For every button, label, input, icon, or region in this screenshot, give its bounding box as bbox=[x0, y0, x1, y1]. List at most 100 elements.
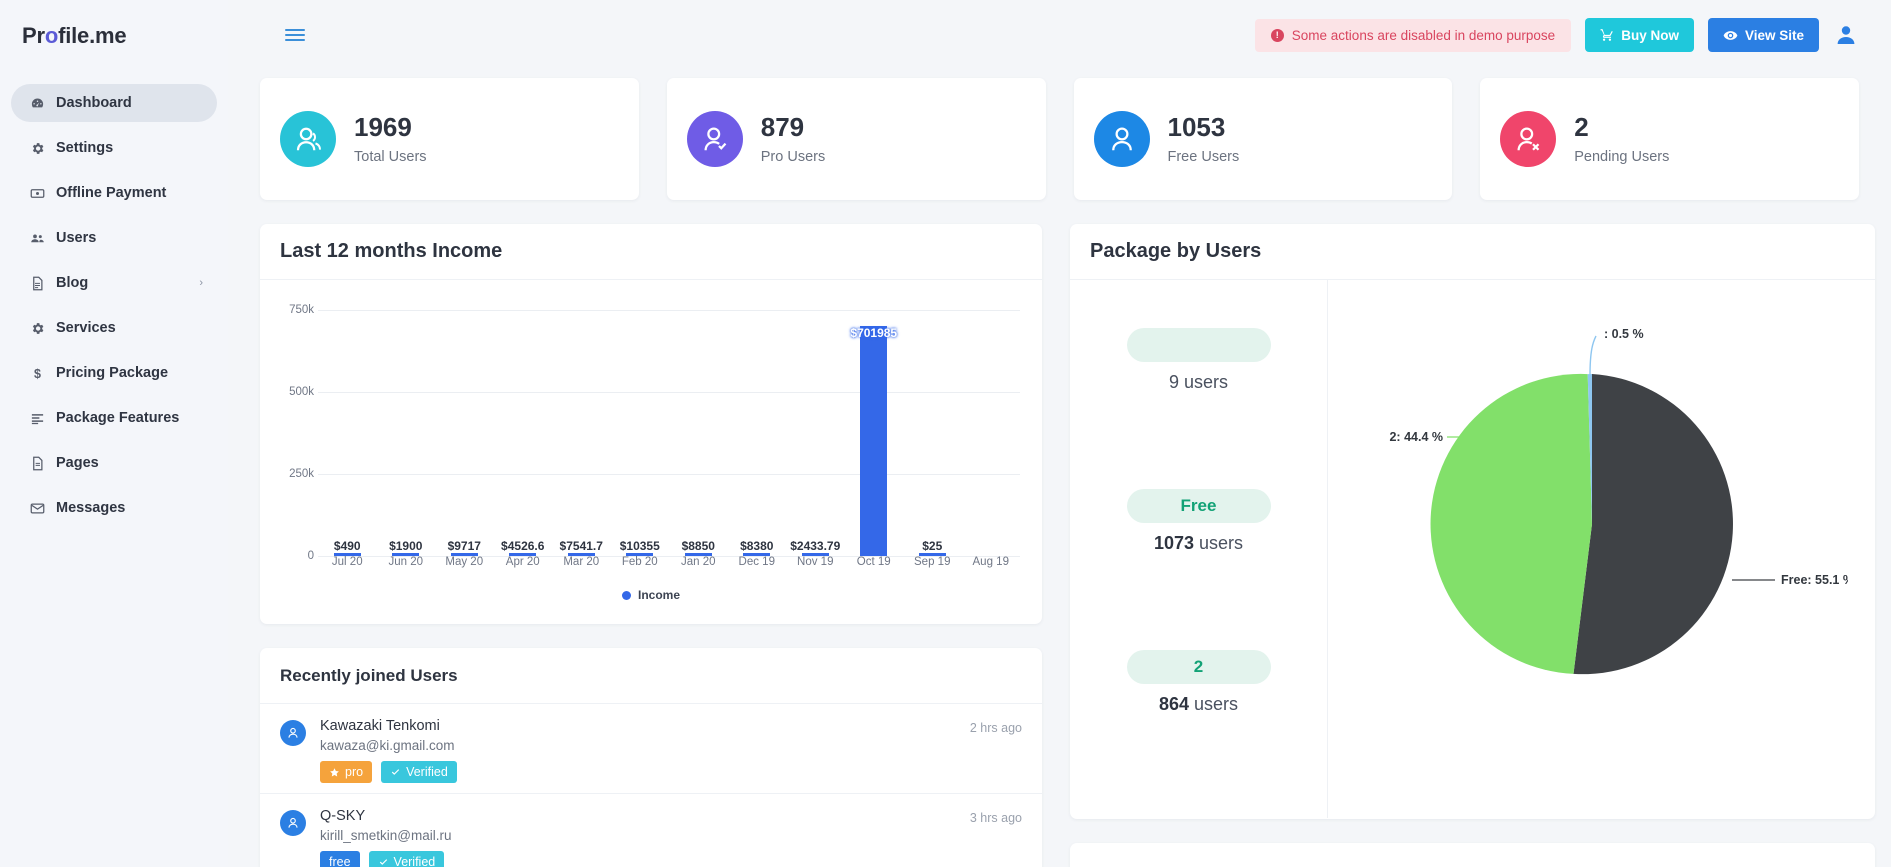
stat-text: 1969 Total Users bbox=[354, 112, 427, 166]
package-by-users-panel: Package by Users 9 users Free 1073 users 2 8… bbox=[1070, 224, 1875, 819]
avatar bbox=[280, 810, 306, 836]
hamburger-icon[interactable] bbox=[285, 29, 305, 41]
bar-chart-plot: 0 250k 500k 750k $490 $1900 $9717 $4526.6 $7541.… bbox=[289, 294, 1021, 562]
package-user-count: 1073 users bbox=[1127, 533, 1271, 554]
sidebar-item-messages[interactable]: Messages bbox=[11, 489, 217, 527]
sidebar-item-blog[interactable]: Blog › bbox=[11, 264, 217, 302]
legend-label-income[interactable]: Income bbox=[638, 588, 680, 602]
bar-chart-legend: Income bbox=[260, 588, 1042, 602]
package-legend-item[interactable]: Free 1073 users bbox=[1126, 489, 1271, 554]
view-site-button[interactable]: View Site bbox=[1707, 18, 1819, 52]
bar-slot[interactable]: $2433.79 bbox=[786, 294, 845, 556]
pie-label-2: 2: 44.4 % bbox=[1389, 430, 1443, 444]
bar-slot[interactable]: $10355 bbox=[611, 294, 670, 556]
bar-slot[interactable]: $490 bbox=[318, 294, 377, 556]
brand-logo[interactable]: Profile.me bbox=[0, 0, 228, 72]
sidebar-item-users[interactable]: Users bbox=[11, 219, 217, 257]
users-icon bbox=[25, 231, 49, 246]
plan-badge[interactable]: free bbox=[320, 851, 360, 867]
x-axis-tick: Dec 19 bbox=[738, 556, 775, 568]
verified-badge[interactable]: Verified bbox=[368, 851, 445, 867]
dollar-icon: $ bbox=[25, 366, 49, 381]
dashboard-panels: Last 12 months Income 0 250k 500k 750k $490 $… bbox=[260, 224, 1875, 867]
dashboard-icon bbox=[25, 96, 49, 111]
check-icon bbox=[378, 857, 389, 867]
pie-label-free: Free: 55.1 % bbox=[1781, 573, 1848, 587]
plan-badge[interactable]: pro bbox=[320, 761, 373, 783]
stat-label: Pending Users bbox=[1574, 149, 1670, 166]
pie-slice-2[interactable] bbox=[1430, 373, 1592, 674]
bar-slot[interactable]: $7541.7 bbox=[552, 294, 611, 556]
bar-slot[interactable]: $701985 bbox=[845, 294, 904, 556]
bar-value-label: $7541.7 bbox=[559, 539, 603, 553]
sidebar-item-label: Pages bbox=[56, 455, 99, 471]
user-group-icon bbox=[280, 111, 336, 167]
sidebar-item-label: Package Features bbox=[56, 410, 180, 426]
bar-value-label: $2433.79 bbox=[790, 539, 841, 553]
bar-slot[interactable]: $1900 bbox=[377, 294, 436, 556]
main-content: 1969 Total Users 879 Pro Users 1053 Free User… bbox=[228, 70, 1891, 867]
stat-text: 879 Pro Users bbox=[761, 112, 825, 166]
stat-label: Free Users bbox=[1167, 149, 1240, 166]
verified-badge-label: Verified bbox=[393, 855, 436, 867]
buy-now-button[interactable]: Buy Now bbox=[1585, 18, 1694, 52]
recent-user-row[interactable]: Kawazaki Tenkomi kawaza@ki.gmail.com pro Ve… bbox=[260, 704, 1042, 794]
sidebar-item-label: Users bbox=[56, 230, 97, 246]
stat-card-total-users[interactable]: 1969 Total Users bbox=[260, 78, 639, 200]
package-user-count: 864 users bbox=[1127, 694, 1271, 715]
chevron-right-icon[interactable]: › bbox=[199, 277, 203, 289]
bar-slot[interactable]: $8850 bbox=[669, 294, 728, 556]
user-avatar-icon[interactable] bbox=[1833, 22, 1859, 48]
bar-slot[interactable] bbox=[962, 294, 1021, 556]
income-bar-chart: 0 250k 500k 750k $490 $1900 $9717 $4526.6 $7541.… bbox=[260, 280, 1042, 622]
stat-card-free-users[interactable]: 1053 Free Users bbox=[1073, 78, 1453, 200]
recent-user-badges: pro Verified bbox=[320, 761, 970, 783]
bar-slot[interactable]: $8380 bbox=[728, 294, 787, 556]
package-user-unit: users bbox=[1194, 533, 1244, 553]
sidebar-item-label: Dashboard bbox=[56, 95, 132, 111]
bar-slot[interactable]: $25 bbox=[903, 294, 962, 556]
bar-value-label: $4526.6 bbox=[501, 539, 545, 553]
stat-cards: 1969 Total Users 879 Pro Users 1053 Free User… bbox=[260, 78, 1859, 200]
recent-user-row[interactable]: Q-SKY kirill_smetkin@mail.ru free Verified 3… bbox=[260, 794, 1042, 867]
user-check-icon bbox=[686, 111, 743, 167]
recent-user-badges: free Verified bbox=[320, 851, 970, 867]
recent-user-name[interactable]: Kawazaki Tenkomi bbox=[320, 718, 970, 734]
pie-slice-free[interactable] bbox=[1573, 374, 1733, 675]
money-bill-icon bbox=[25, 186, 49, 201]
verified-badge-label: Verified bbox=[406, 765, 448, 779]
stat-card-pro-users[interactable]: 879 Pro Users bbox=[666, 78, 1046, 200]
recent-users-list: Kawazaki Tenkomi kawaza@ki.gmail.com pro Ve… bbox=[260, 704, 1042, 867]
legend-dot-income bbox=[621, 590, 631, 600]
recent-user-name[interactable]: Q-SKY bbox=[320, 808, 970, 824]
bar[interactable] bbox=[860, 326, 888, 556]
avatar bbox=[280, 720, 306, 746]
sidebar-item-offline-payment[interactable]: Offline Payment bbox=[11, 174, 217, 212]
sidebar-item-pages[interactable]: Pages bbox=[11, 444, 217, 482]
sidebar-item-settings[interactable]: Settings bbox=[11, 129, 217, 167]
package-panel-body: 9 users Free 1073 users 2 864 users: 0.… bbox=[1070, 280, 1875, 818]
package-legend-list: 9 users Free 1073 users 2 864 users bbox=[1070, 280, 1328, 818]
package-name-pill bbox=[1126, 328, 1271, 362]
sidebar-item-label: Offline Payment bbox=[56, 185, 167, 201]
verified-badge[interactable]: Verified bbox=[381, 761, 457, 783]
check-icon bbox=[390, 767, 401, 778]
sidebar-item-pricing-package[interactable]: $ Pricing Package bbox=[11, 354, 217, 392]
y-axis-tick: 750k bbox=[289, 304, 314, 317]
star-icon bbox=[329, 767, 340, 778]
cart-icon bbox=[1600, 28, 1614, 42]
bar-slot[interactable]: $9717 bbox=[435, 294, 494, 556]
bar-slot[interactable]: $4526.6 bbox=[494, 294, 553, 556]
recent-users-title: Recently joined Users bbox=[280, 665, 458, 685]
stat-card-pending-users[interactable]: 2 Pending Users bbox=[1480, 78, 1859, 200]
package-user-number: 864 bbox=[1158, 694, 1189, 714]
exclamation-circle-icon: ! bbox=[1270, 28, 1284, 42]
sidebar-item-services[interactable]: Services bbox=[11, 309, 217, 347]
package-legend-item[interactable]: 2 864 users bbox=[1126, 650, 1271, 715]
bar-value-label: $10355 bbox=[619, 539, 660, 553]
sidebar-item-dashboard[interactable]: Dashboard bbox=[11, 84, 217, 122]
gear-icon bbox=[25, 321, 49, 336]
sidebar-item-package-features[interactable]: Package Features bbox=[11, 399, 217, 437]
demo-alert-text: Some actions are disabled in demo purpos… bbox=[1291, 27, 1556, 43]
package-legend-item[interactable]: 9 users bbox=[1126, 328, 1271, 393]
